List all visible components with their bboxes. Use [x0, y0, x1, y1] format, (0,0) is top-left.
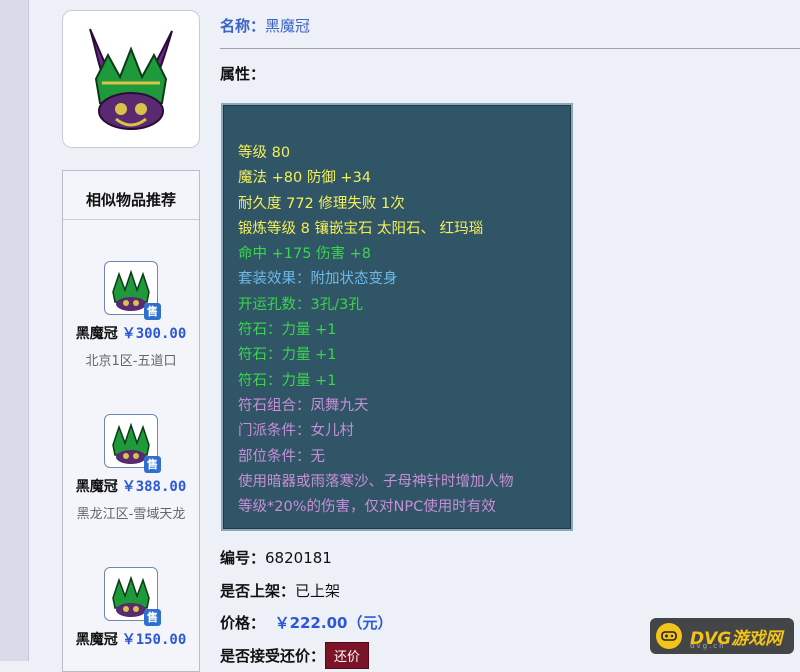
attr-line: 符石：力量 +1: [238, 372, 337, 389]
watermark: DVG游戏网 dvg.cn: [650, 618, 794, 654]
attr-line: 符石：力量 +1: [238, 347, 337, 364]
counter-offer-row: 是否接受还价： 还价: [220, 642, 370, 669]
item-name-link[interactable]: 黑魔冠: [76, 326, 118, 342]
gamepad-icon: [656, 623, 682, 649]
item-name-row: 名称：黑魔冠: [220, 15, 310, 36]
item-thumbnail[interactable]: 售: [104, 261, 161, 320]
similar-items-panel: 相似物品推荐 售 黑魔冠 ￥300.00 北京1区-五道口 售 黑魔冠 ￥388…: [62, 170, 200, 672]
attr-line: 部位条件：无: [238, 448, 325, 465]
attributes-panel: 等级 80 魔法 +80 防御 +34 耐久度 772 修理失败 1次 锻炼等级…: [221, 103, 573, 531]
item-server: 北京1区-五道口: [85, 354, 177, 369]
sold-badge: 售: [144, 456, 161, 473]
attr-line: 符石：力量 +1: [238, 322, 337, 339]
crown-helmet-icon: [89, 28, 173, 130]
attr-line: 套装效果：附加状态变身: [238, 271, 398, 288]
listed-row: 是否上架：已上架: [220, 580, 340, 601]
attributes-label: 属性：: [220, 65, 266, 83]
watermark-subtext: dvg.cn: [690, 642, 726, 650]
attr-line: 开运孔数：3孔/3孔: [238, 296, 363, 313]
item-thumbnail[interactable]: 售: [104, 567, 161, 626]
listed-label: 是否上架：: [220, 582, 296, 600]
attr-line: 使用暗器或雨落寒沙、子母神针时增加人物: [238, 473, 514, 490]
sold-badge: 售: [144, 609, 161, 626]
similar-item-card[interactable]: 售 黑魔冠 ￥388.00 黑龙江区-雪域天龙: [63, 414, 199, 522]
attr-line: 等级 80: [238, 145, 291, 161]
item-server: 黑龙江区-雪域天龙: [76, 507, 186, 522]
attr-line: 命中 +175 伤害 +8: [238, 246, 372, 263]
attr-line: 等级*20%的伤害，仅对NPC使用时有效: [238, 499, 496, 516]
similar-item-card[interactable]: 售 黑魔冠 ￥300.00 北京1区-五道口: [63, 261, 199, 369]
item-price: ￥300.00: [121, 326, 187, 342]
divider: [220, 48, 800, 49]
similar-item-card[interactable]: 售 黑魔冠 ￥150.00: [63, 567, 199, 656]
item-id-value: 6820181: [265, 549, 332, 567]
item-price: ￥388.00: [121, 479, 187, 495]
item-name-link[interactable]: 黑魔冠: [76, 479, 118, 495]
item-name-value: 黑魔冠: [265, 17, 311, 35]
counter-offer-label: 是否接受还价：: [220, 647, 326, 665]
price-row: 价格： ￥222.00（元）: [220, 612, 392, 633]
item-name-link[interactable]: 黑魔冠: [76, 632, 118, 648]
sidebar-title: 相似物品推荐: [63, 171, 199, 220]
item-id-row: 编号：6820181: [220, 547, 332, 568]
attr-line: 魔法 +80 防御 +34: [238, 170, 372, 187]
item-image: [62, 10, 200, 148]
left-border: [0, 0, 29, 661]
attr-line: 锻炼等级 8 镶嵌宝石 太阳石、 红玛瑙: [238, 220, 484, 237]
price-label: 价格：: [220, 614, 266, 632]
counter-offer-button[interactable]: 还价: [325, 642, 370, 669]
item-name-label: 名称：: [220, 17, 266, 35]
attr-line: 耐久度 772 修理失败 1次: [238, 195, 405, 212]
attr-line: 门派条件：女儿村: [238, 423, 354, 440]
item-price: ￥150.00: [121, 632, 187, 648]
item-thumbnail[interactable]: 售: [104, 414, 161, 473]
sold-badge: 售: [144, 303, 161, 320]
attr-line: 符石组合：凤舞九天: [238, 397, 369, 414]
listed-value: 已上架: [295, 582, 341, 600]
attribute-lines: 等级 80 魔法 +80 防御 +34 耐久度 772 修理失败 1次 锻炼等级…: [238, 141, 514, 520]
item-id-label: 编号：: [220, 549, 266, 567]
price-value: ￥222.00（元）: [274, 614, 393, 632]
